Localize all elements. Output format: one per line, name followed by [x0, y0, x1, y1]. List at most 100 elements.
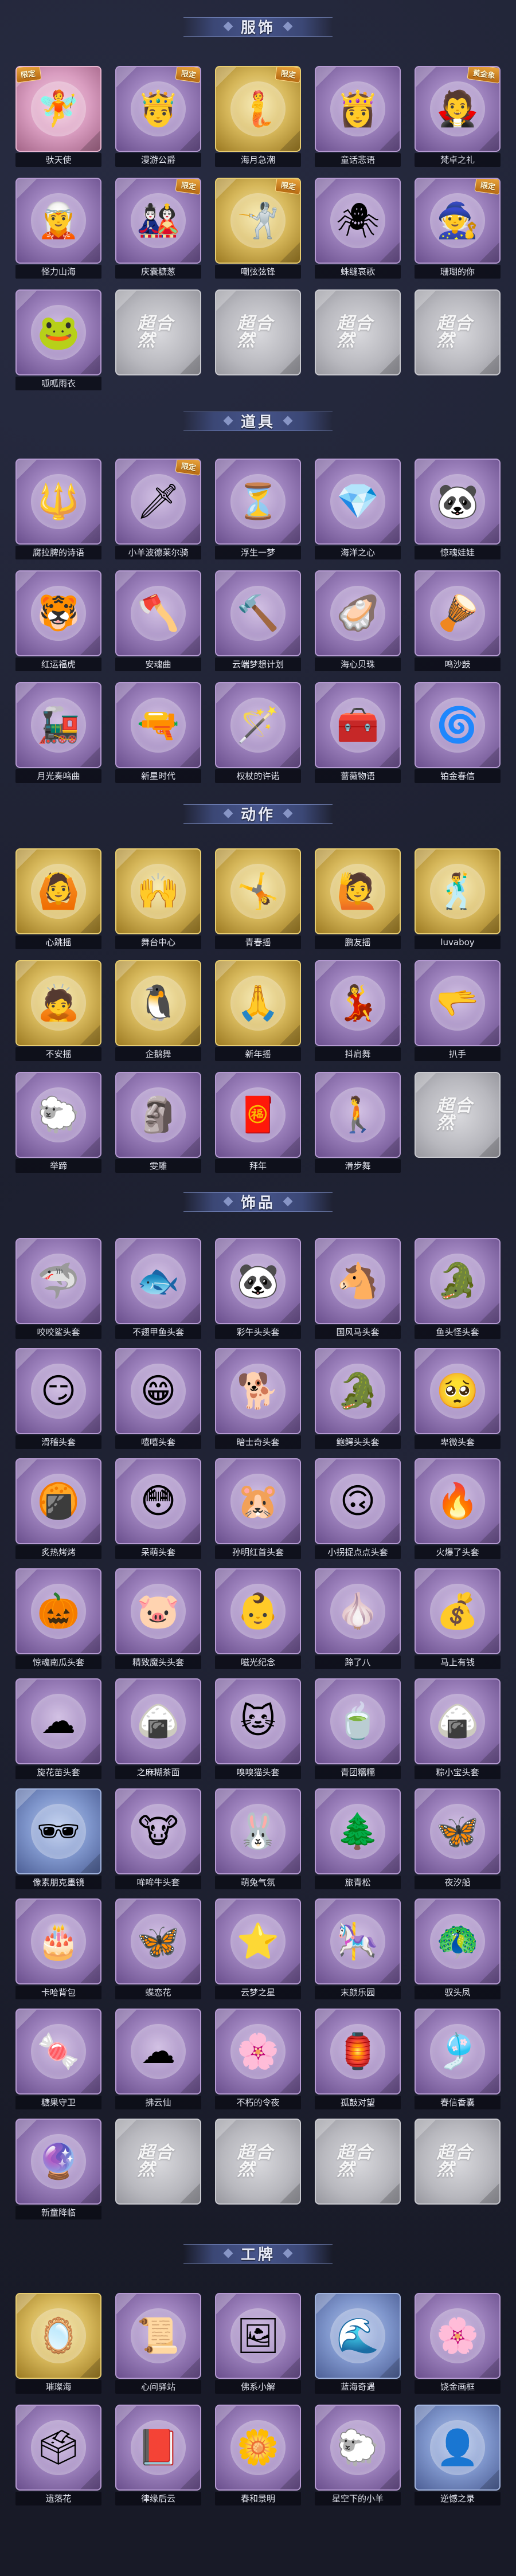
- empty-slot[interactable]: 超合然: [415, 2119, 501, 2219]
- item-card[interactable]: 🦋 夜汐船: [415, 1788, 501, 1889]
- item-card[interactable]: 🐧 企鹅舞: [115, 960, 201, 1061]
- item-card[interactable]: 🕶 像素朋克墨镜: [15, 1788, 101, 1889]
- item-card[interactable]: 🙏 新年摇: [215, 960, 301, 1061]
- item-card[interactable]: 🗳 遗落花: [15, 2405, 101, 2505]
- item-card[interactable]: 🔮 新童降临: [15, 2119, 101, 2219]
- item-card[interactable]: 🐑 举蹄: [15, 1072, 101, 1173]
- item-card[interactable]: ⏳ 浮生一梦: [215, 459, 301, 559]
- item-card[interactable]: 🍙 粽小宝头套: [415, 1678, 501, 1779]
- item-card[interactable]: 💎 海洋之心: [315, 459, 401, 559]
- item-card[interactable]: 🌀 铂金春信: [415, 682, 501, 783]
- item-card[interactable]: ☁ 旋花苗头套: [15, 1678, 101, 1779]
- item-card[interactable]: 🐼 彩午头头套: [215, 1238, 301, 1339]
- item-card[interactable]: 👶 嗞光纪念: [215, 1568, 301, 1669]
- item-card[interactable]: 📕 律缘后云: [115, 2405, 201, 2505]
- item-card[interactable]: 🧜 限定 海月急潮: [215, 66, 301, 167]
- item-card[interactable]: 🧛 黄金象 梵卓之礼: [415, 66, 501, 167]
- item-card[interactable]: 🌸 饶金画框: [415, 2293, 501, 2394]
- item-card[interactable]: 🍵 青团糯糯: [315, 1678, 401, 1779]
- item-card[interactable]: 🙋 鹏友摇: [315, 848, 401, 949]
- item-card[interactable]: 🕷 蛛缝哀歌: [315, 178, 401, 279]
- item-card[interactable]: 🧄 蹄了八: [315, 1568, 401, 1669]
- item-card[interactable]: 🎠 末颜乐园: [315, 1898, 401, 1999]
- item-card[interactable]: 🐊 鲍鳄头头套: [315, 1348, 401, 1449]
- item-card[interactable]: 💰 马上有钱: [415, 1568, 501, 1669]
- item-card[interactable]: 🐼 惊魂娃娃: [415, 459, 501, 559]
- item-card[interactable]: 🧝 怪力山海: [15, 178, 101, 279]
- item-card[interactable]: 🌸 不朽的令夜: [215, 2009, 301, 2109]
- empty-slot[interactable]: 超合然: [215, 289, 301, 390]
- item-card[interactable]: 🌼 春和景明: [215, 2405, 301, 2505]
- item-card[interactable]: 🔨 云端梦想计划: [215, 570, 301, 671]
- item-card[interactable]: 🙆 心跳摇: [15, 848, 101, 949]
- item-card[interactable]: 🤸 青春摇: [215, 848, 301, 949]
- item-card[interactable]: 🎂 卡哈背包: [15, 1898, 101, 1999]
- item-card[interactable]: 🪓 安魂曲: [115, 570, 201, 671]
- empty-slot[interactable]: 超合然: [415, 289, 501, 390]
- item-card[interactable]: 🧧 拜年: [215, 1072, 301, 1173]
- item-card[interactable]: 🧙 限定 珊瑚的你: [415, 178, 501, 279]
- item-card[interactable]: 🐱 嗅嗅猫头套: [215, 1678, 301, 1779]
- empty-slot[interactable]: 超合然: [415, 1072, 501, 1172]
- item-card[interactable]: 🙌 舞台中心: [115, 848, 201, 949]
- empty-slot[interactable]: 超合然: [215, 2119, 301, 2219]
- item-card[interactable]: 🕺 luvaboy: [415, 848, 501, 949]
- item-card[interactable]: 🪞 璀璨海: [15, 2293, 101, 2394]
- item-card[interactable]: 🔱 腐拉脾的诗语: [15, 459, 101, 559]
- item-card[interactable]: 🔥 火爆了头套: [415, 1458, 501, 1559]
- item-card[interactable]: 📜 心间驿站: [115, 2293, 201, 2394]
- item-card[interactable]: 🍘 炙热烤烤: [15, 1458, 101, 1559]
- empty-slot[interactable]: 超合然: [115, 289, 201, 390]
- item-card[interactable]: 🐷 精致魔头头套: [115, 1568, 201, 1669]
- item-card[interactable]: ☁ 拂云仙: [115, 2009, 201, 2109]
- item-card[interactable]: 🖼 佛系小解: [215, 2293, 301, 2394]
- item-card[interactable]: 🪄 权杖的许诺: [215, 682, 301, 783]
- item-card[interactable]: ⭐ 云梦之星: [215, 1898, 301, 1999]
- item-card[interactable]: 🪘 鸣沙鼓: [415, 570, 501, 671]
- item-card[interactable]: 😁 嘻嘻头套: [115, 1348, 201, 1449]
- item-card[interactable]: 🔫 新星时代: [115, 682, 201, 783]
- item-card[interactable]: 🦪 海心贝珠: [315, 570, 401, 671]
- item-card[interactable]: 🙇 不安摇: [15, 960, 101, 1061]
- item-card[interactable]: 😏 滑稽头套: [15, 1348, 101, 1449]
- item-card[interactable]: 🐮 哞哞牛头套: [115, 1788, 201, 1889]
- item-card[interactable]: 🐸 呱呱雨衣: [15, 289, 101, 390]
- item-card[interactable]: 🌲 旅青松: [315, 1788, 401, 1889]
- item-card[interactable]: 🙃 小拐捉点点头套: [315, 1458, 401, 1559]
- item-card[interactable]: 🗿 雯雕: [115, 1072, 201, 1173]
- item-card[interactable]: 🎎 限定 庆囊糖葱: [115, 178, 201, 279]
- item-card[interactable]: 🤺 限定 嘲弦弦锋: [215, 178, 301, 279]
- item-card[interactable]: 🐑 星空下的小羊: [315, 2405, 401, 2505]
- item-card[interactable]: 🐕 暗士奇头套: [215, 1348, 301, 1449]
- item-card[interactable]: 💃 抖肩舞: [315, 960, 401, 1061]
- item-card[interactable]: 🐴 国风马头套: [315, 1238, 401, 1339]
- item-card[interactable]: 🗡 限定 小羊波德莱尔骑: [115, 459, 201, 559]
- item-card[interactable]: 🍬 糖果守卫: [15, 2009, 101, 2109]
- item-card[interactable]: 🤴 限定 漫游公爵: [115, 66, 201, 167]
- item-card[interactable]: 🚶 滑步舞: [315, 1072, 401, 1173]
- item-card[interactable]: 🧚 限定 驮天使: [15, 66, 101, 167]
- item-card[interactable]: 🧰 蔷薇物语: [315, 682, 401, 783]
- item-card[interactable]: 🏮 孤鼓对望: [315, 2009, 401, 2109]
- empty-slot[interactable]: 超合然: [315, 2119, 401, 2219]
- item-card[interactable]: 🦚 驭头凤: [415, 1898, 501, 1999]
- item-card[interactable]: 🐯 红运福虎: [15, 570, 101, 671]
- item-card[interactable]: 🐊 鱼头怪头套: [415, 1238, 501, 1339]
- item-card[interactable]: 🎃 惊魂南瓜头套: [15, 1568, 101, 1669]
- item-card[interactable]: 🐹 孙明红首头套: [215, 1458, 301, 1559]
- empty-slot[interactable]: 超合然: [315, 289, 401, 390]
- item-card[interactable]: 🍙 之麻糊茶面: [115, 1678, 201, 1779]
- item-card[interactable]: 👸 童话悲语: [315, 66, 401, 167]
- empty-slot[interactable]: 超合然: [115, 2119, 201, 2219]
- item-card[interactable]: 🚂 月光奏鸣曲: [15, 682, 101, 783]
- item-card[interactable]: 🦈 咬咬鲨头套: [15, 1238, 101, 1339]
- item-card[interactable]: 🌊 蓝海奇遇: [315, 2293, 401, 2394]
- item-card[interactable]: 🦋 蝶恋花: [115, 1898, 201, 1999]
- item-card[interactable]: 😳 呆萌头套: [115, 1458, 201, 1559]
- item-card[interactable]: 🎐 春信香囊: [415, 2009, 501, 2109]
- item-card[interactable]: 👤 逆憾之录: [415, 2405, 501, 2505]
- item-card[interactable]: 🥺 卑微头套: [415, 1348, 501, 1449]
- item-card[interactable]: 🐟 不翅甲鱼头套: [115, 1238, 201, 1339]
- item-card[interactable]: 🐰 萌兔气氛: [215, 1788, 301, 1889]
- item-card[interactable]: 🫳 扒手: [415, 960, 501, 1061]
